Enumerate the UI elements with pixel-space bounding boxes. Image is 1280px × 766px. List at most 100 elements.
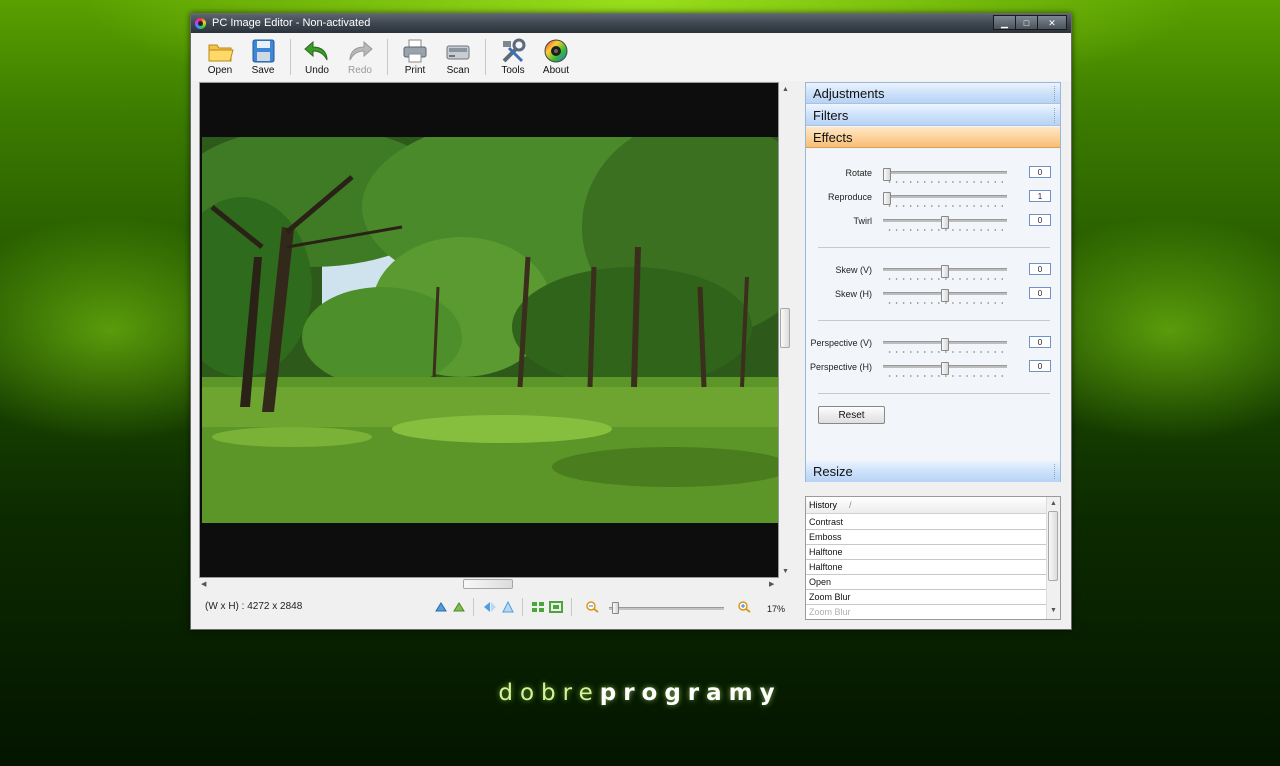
skew-v-slider-row: Skew (V) 0 <box>806 263 1060 287</box>
flip-vertical-icon[interactable] <box>501 600 515 613</box>
slider-ticks <box>886 205 1006 207</box>
redo-button[interactable]: Redo <box>338 35 382 76</box>
zoom-percentage: 17% <box>767 604 786 614</box>
toolbar: Open Save Undo Redo Print Scan Tools Abo… <box>191 33 1071 81</box>
save-button[interactable]: Save <box>241 35 285 76</box>
maximize-button[interactable]: □ <box>1015 15 1038 30</box>
open-label: Open <box>207 65 233 76</box>
perspective-v-slider-row: Perspective (V) 0 <box>806 336 1060 360</box>
perspective-h-value-field[interactable]: 0 <box>1029 360 1051 372</box>
vertical-scrollbar[interactable]: ▲ ▼ <box>779 82 791 578</box>
reset-button[interactable]: Reset <box>818 406 885 424</box>
scanner-icon <box>444 38 472 64</box>
status-bar: (W x H) : 4272 x 2848 17% <box>199 594 789 620</box>
fit-to-window-icon[interactable] <box>531 601 545 613</box>
print-button[interactable]: Print <box>393 35 437 76</box>
slider-ticks <box>886 351 1006 353</box>
list-item[interactable]: Emboss <box>806 530 1046 545</box>
tools-label: Tools <box>501 65 525 76</box>
adjustments-section-header[interactable]: Adjustments <box>806 83 1060 104</box>
reproduce-slider-thumb[interactable] <box>883 192 891 205</box>
resize-section-header[interactable]: Resize <box>806 461 1060 482</box>
skew-v-slider[interactable] <box>883 265 1007 278</box>
history-scrollbar[interactable]: ▲ ▼ <box>1046 497 1060 619</box>
zoom-out-icon[interactable] <box>586 601 600 613</box>
forest-photo <box>202 137 778 523</box>
reproduce-value-field[interactable]: 1 <box>1029 190 1051 202</box>
about-button[interactable]: About <box>534 35 578 76</box>
scroll-down-arrow-icon[interactable]: ▼ <box>782 568 789 575</box>
slider-ticks <box>886 229 1006 231</box>
list-item[interactable]: Halftone <box>806 545 1046 560</box>
flip-horizontal-icon[interactable] <box>483 601 497 613</box>
list-item[interactable]: Halftone <box>806 560 1046 575</box>
scroll-right-arrow-icon[interactable]: ▶ <box>769 580 774 588</box>
twirl-slider-row: Twirl 0 <box>806 214 1060 238</box>
perspective-h-slider-thumb[interactable] <box>941 362 949 375</box>
filters-section-header[interactable]: Filters <box>806 105 1060 126</box>
zoom-in-icon[interactable] <box>738 601 752 613</box>
rotate-left-icon[interactable] <box>434 601 448 613</box>
list-item[interactable]: Zoom Blur <box>806 605 1046 619</box>
scroll-up-arrow-icon[interactable]: ▲ <box>782 86 789 93</box>
perspective-v-slider[interactable] <box>883 338 1007 351</box>
twirl-value-field[interactable]: 0 <box>1029 214 1051 226</box>
section-divider <box>818 393 1050 394</box>
twirl-slider[interactable] <box>883 216 1007 229</box>
open-button[interactable]: Open <box>198 35 242 76</box>
toolbar-separator <box>485 39 486 75</box>
scroll-down-arrow-icon[interactable]: ▼ <box>1050 607 1057 614</box>
perspective-h-slider-row: Perspective (H) 0 <box>806 360 1060 384</box>
vertical-scroll-thumb[interactable] <box>780 308 790 348</box>
slider-ticks <box>886 375 1006 377</box>
perspective-h-label: Perspective (H) <box>809 362 872 372</box>
section-grip-icon <box>1054 86 1058 101</box>
perspective-v-slider-thumb[interactable] <box>941 338 949 351</box>
skew-v-slider-thumb[interactable] <box>941 265 949 278</box>
actual-size-icon[interactable] <box>549 601 563 613</box>
close-button[interactable]: ✕ <box>1037 15 1067 30</box>
image-canvas[interactable] <box>199 82 779 578</box>
list-item[interactable]: Zoom Blur <box>806 590 1046 605</box>
section-divider <box>818 247 1050 248</box>
effects-section-header[interactable]: Effects <box>806 127 1060 148</box>
minimize-button[interactable]: ▁ <box>993 15 1016 30</box>
undo-icon <box>303 38 331 64</box>
history-header-label: History <box>809 500 838 510</box>
twirl-slider-thumb[interactable] <box>941 216 949 229</box>
rotate-value-field[interactable]: 0 <box>1029 166 1051 178</box>
skew-v-value-field[interactable]: 0 <box>1029 263 1051 275</box>
scroll-left-arrow-icon[interactable]: ◀ <box>201 580 206 588</box>
list-item[interactable]: Open <box>806 575 1046 590</box>
rotate-slider[interactable] <box>883 168 1007 181</box>
perspective-h-slider[interactable] <box>883 362 1007 375</box>
rotate-slider-thumb[interactable] <box>883 168 891 181</box>
skew-h-slider-thumb[interactable] <box>941 289 949 302</box>
dobreprogramy-logo: dobreprogramy <box>0 680 1280 706</box>
reproduce-slider-row: Reproduce 1 <box>806 190 1060 214</box>
horizontal-scrollbar[interactable]: ◀ ▶ <box>199 578 779 590</box>
logo-part-programy: programy <box>599 680 782 706</box>
zoom-slider[interactable] <box>609 602 724 614</box>
scan-button[interactable]: Scan <box>436 35 480 76</box>
tools-button[interactable]: Tools <box>491 35 535 76</box>
rotate-right-icon[interactable] <box>452 601 466 613</box>
title-bar[interactable]: PC Image Editor - Non-activated ▁ □ ✕ <box>191 14 1071 33</box>
redo-icon <box>346 38 374 64</box>
undo-label: Undo <box>305 65 329 76</box>
skew-h-slider[interactable] <box>883 289 1007 302</box>
skew-h-value-field[interactable]: 0 <box>1029 287 1051 299</box>
zoom-slider-thumb[interactable] <box>612 602 619 614</box>
section-grip-icon <box>1054 464 1058 479</box>
horizontal-scroll-thumb[interactable] <box>463 579 513 589</box>
history-column-header[interactable]: History / <box>806 497 1046 514</box>
reproduce-slider[interactable] <box>883 192 1007 205</box>
folder-icon <box>206 38 234 64</box>
history-scroll-thumb[interactable] <box>1048 511 1058 581</box>
scroll-up-arrow-icon[interactable]: ▲ <box>1050 500 1057 507</box>
history-list[interactable]: History / Contrast Emboss Halftone Halfto… <box>805 496 1061 620</box>
perspective-v-value-field[interactable]: 0 <box>1029 336 1051 348</box>
list-item[interactable]: Contrast <box>806 515 1046 530</box>
undo-button[interactable]: Undo <box>295 35 339 76</box>
tools-accordion-panel: Adjustments Filters Effects Rotate 0 Rep… <box>805 82 1061 482</box>
